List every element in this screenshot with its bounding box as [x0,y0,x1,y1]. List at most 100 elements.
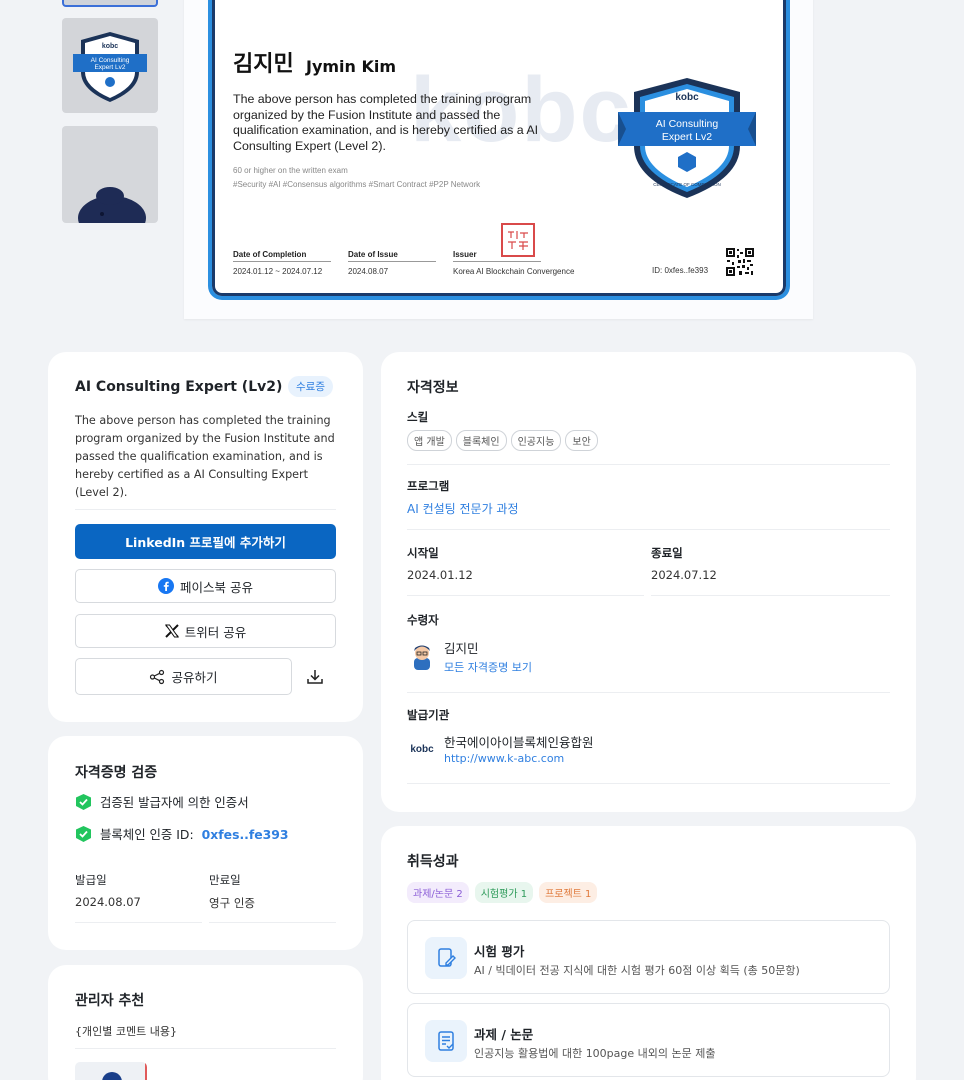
svg-text:Expert Lv2: Expert Lv2 [94,64,125,71]
twitter-share-button[interactable]: 트위터 공유 [75,614,336,648]
cert-issuer-value: Korea AI Blockchain Convergence [453,267,575,276]
credential-info-card: 자격정보 스킬 앱 개발 블록체인 인공지능 보안 프로그램 AI 컨설팅 전문… [381,352,916,812]
issuer-org-url[interactable]: http://www.k-abc.com [444,752,564,765]
download-icon[interactable] [306,668,324,686]
divider [407,783,890,784]
svg-text:AI Consulting: AI Consulting [91,57,130,64]
share-icon [150,669,165,684]
skill-chip: 인공지능 [510,430,562,451]
divider [407,529,890,530]
achievement-item-assignment[interactable]: 과제 / 논문 인공지능 활용법에 대한 100page 내외의 논문 제출 [407,1003,890,1077]
badge-line1: AI Consulting [656,118,719,130]
recommend-comment: {개인별 코멘트 내용} [75,1025,177,1038]
certificate-exam-note: 60 or higher on the written exam [233,166,348,175]
certificate-description: The above person has completed the train… [233,92,539,153]
check-shield-icon [76,826,91,842]
certificate-name-en: Jymin Kim [306,57,397,76]
svg-text:kobc: kobc [102,43,118,50]
cert-issue-label: Date of Issue [348,250,436,262]
blockchain-id-link[interactable]: 0xfes..fe393 [202,827,289,842]
blockchain-id-row: 블록체인 인증 ID: 0xfes..fe393 [75,825,289,843]
recommender-avatar [75,1062,147,1080]
cert-completion-value: 2024.01.12 ~ 2024.07.12 [233,267,323,276]
certificate-badge-icon: kobc AI Consulting Expert Lv2 CERTIFICAT… [618,78,756,198]
badge-line2: Expert Lv2 [662,131,712,143]
program-link[interactable]: AI 컨설팅 전문가 과정 [407,500,519,517]
achievement-desc: 인공지능 활용법에 대한 100page 내외의 논문 제출 [474,1047,716,1060]
all-credentials-link[interactable]: 모든 자격증명 보기 [444,659,532,675]
achievement-tags: 과제/논문 2 시험평가 1 프로젝트 1 [407,882,598,903]
end-date-label: 종료일 [651,546,683,560]
tag-project[interactable]: 프로젝트 1 [539,882,598,903]
blockchain-id-label: 블록체인 인증 ID: [100,827,194,842]
edit-document-icon [438,948,456,967]
achievements-card: 취득성과 과제/논문 2 시험평가 1 프로젝트 1 시험 평가 AI / 빅데… [381,826,916,1080]
facebook-share-label: 페이스북 공유 [180,579,253,595]
summary-card: AI Consulting Expert (Lv2) 수료증 The above… [48,352,363,722]
twitter-share-label: 트위터 공유 [184,624,247,640]
achievement-title: 시험 평가 [474,944,525,959]
skill-chip: 보안 [565,430,598,451]
skill-label: 스킬 [407,410,429,424]
skill-chip: 앱 개발 [407,430,452,451]
divider [651,595,890,596]
linkedin-add-button[interactable]: LinkedIn 프로필에 추가하기 [75,524,336,559]
verification-card: 자격증명 검증 검증된 발급자에 의한 인증서 블록체인 인증 ID: 0xfe… [48,736,363,950]
achievement-item-exam[interactable]: 시험 평가 AI / 빅데이터 전공 지식에 대한 시험 평가 60점 이상 획… [407,920,890,994]
checklist-document-icon [438,1031,454,1051]
certificate-id: ID: 0xfes..fe393 [652,266,709,275]
cert-completion-label: Date of Completion [233,250,331,262]
divider [407,692,890,693]
divider [75,922,202,923]
assignment-icon-box [425,1020,467,1062]
divider [407,595,644,596]
certificate-name-ko: 김지민 [233,52,294,77]
end-date-value: 2024.07.12 [651,568,717,582]
share-button[interactable]: 공유하기 [75,658,292,695]
start-date-value: 2024.01.12 [407,568,473,582]
divider [75,509,336,510]
skill-chips: 앱 개발 블록체인 인공지능 보안 [407,430,598,451]
character-icon [78,187,146,223]
verified-issuer-row: 검증된 발급자에 의한 인증서 [75,793,249,811]
tag-exam[interactable]: 시험평가 1 [474,882,534,903]
issuer-org-label: 발급기관 [407,708,450,722]
qr-code-icon [725,247,755,277]
program-label: 프로그램 [407,479,450,493]
info-title: 자격정보 [407,380,459,396]
issuer-org-logo: kobc [410,743,434,755]
recommend-title: 관리자 추천 [75,993,145,1009]
x-twitter-icon [164,624,179,638]
divider [75,1048,336,1049]
issue-date-label: 발급일 [75,873,107,887]
thumbnail-certificate[interactable] [62,0,158,7]
cert-issue-value: 2024.08.07 [348,267,389,276]
check-shield-icon [76,794,91,810]
verified-issuer-text: 검증된 발급자에 의한 인증서 [100,795,249,810]
issue-date-value: 2024.08.07 [75,895,141,909]
share-label: 공유하기 [171,670,218,685]
badge-thumbnail-icon: AI Consulting Expert Lv2 kobc [73,31,147,102]
achievement-desc: AI / 빅데이터 전공 지식에 대한 시험 평가 60점 이상 획득 (총 5… [474,964,800,977]
recommend-card: 관리자 추천 {개인별 코멘트 내용} [48,965,363,1080]
cert-completion: Date of Completion 2024.01.12 ~ 2024.07.… [233,250,331,276]
recipient-name: 김지민 [444,641,479,656]
skill-chip: 블록체인 [455,430,507,451]
summary-description: The above person has completed the train… [75,414,335,499]
expire-date-label: 만료일 [209,873,241,887]
achievements-title: 취득성과 [407,854,459,870]
cert-seal-icon [501,223,535,257]
recipient-avatar [407,640,437,670]
exam-icon-box [425,937,467,979]
completion-badge: 수료증 [288,376,333,397]
divider [209,922,336,923]
linkedin-add-label: LinkedIn 프로필에 추가하기 [125,535,286,550]
cert-issue: Date of Issue 2024.08.07 [348,250,436,276]
summary-title: AI Consulting Expert (Lv2) [75,379,283,395]
thumbnail-badge[interactable]: AI Consulting Expert Lv2 kobc [62,18,158,113]
tag-assignment[interactable]: 과제/논문 2 [407,882,469,903]
thumbnail-character[interactable] [62,126,158,223]
facebook-icon [158,578,174,594]
recipient-label: 수령자 [407,613,439,627]
facebook-share-button[interactable]: 페이스북 공유 [75,569,336,603]
